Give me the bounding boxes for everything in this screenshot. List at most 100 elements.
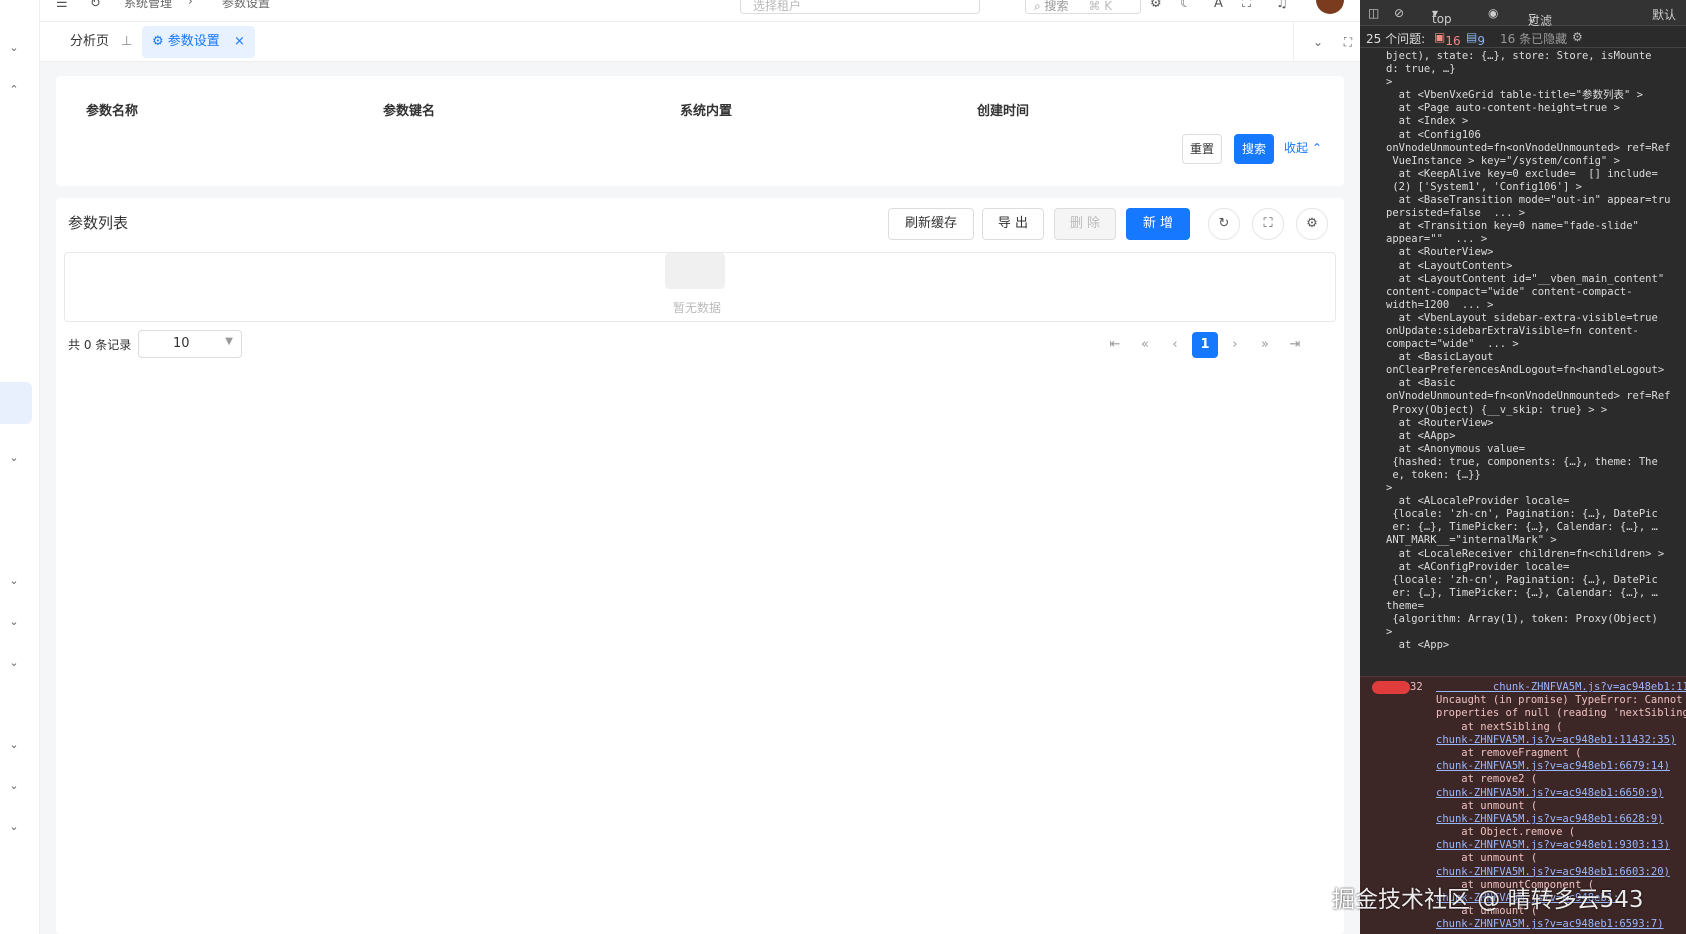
error-link[interactable]: chunk-ZHNFVA5M.js?v=ac948eb1:6650:9) [1398,787,1686,800]
log-line: VueInstance > key="/system/config" > [1386,154,1620,167]
log-line: at <Basic [1386,377,1456,390]
search-form: 参数名称 参数键名 系统内置 创建时间 重置 搜索 收起 ⌃ [56,76,1344,186]
devtools-toolbar: ◫ ⊘ top ▾ ◉ ⊽ 过滤 默认 [1360,0,1686,28]
chevron-down-icon[interactable]: ⌄ [1306,30,1330,54]
prev-page-icon[interactable]: ‹ [1162,332,1188,358]
dock-icon[interactable]: ◫ [1368,6,1379,20]
breadcrumb-item[interactable]: 系统管理 [124,0,172,11]
gear-icon: ⚙ [152,34,164,49]
chevron-down-icon[interactable]: ⌄ [6,819,22,835]
chevron-down-icon[interactable]: ⌄ [6,655,22,671]
error-line: at unmount ( [1436,852,1538,865]
reset-button[interactable]: 重置 [1182,134,1222,164]
header: ☰ ↻ 系统管理 › 参数设置 选择租户 ⌕ 搜索 ⌘ K ⚙ ☾ A ⛶ ♫ [40,0,1360,22]
context-select[interactable]: top ▾ [1432,6,1452,26]
sidebar-item-active[interactable] [0,382,32,424]
last-page-icon[interactable]: ⇥ [1282,332,1308,358]
empty-icon [665,253,725,289]
log-line: er: {…}, TimePicker: {…}, Calendar: {…},… [1386,521,1658,534]
translate-icon[interactable]: A [1214,0,1223,11]
chevron-down-icon[interactable]: ⌄ [6,737,22,753]
pin-icon[interactable]: ⊥ [121,34,132,49]
console-log: bject), state: {…}, store: Store, isMoun… [1360,50,1686,652]
fullscreen-icon[interactable]: ⛶ [1252,208,1284,240]
error-line: at nextSibling ( [1436,720,1563,733]
gear-icon[interactable]: ⚙ [1296,208,1328,240]
refresh-cache-button[interactable]: 刷新缓存 [888,208,974,240]
log-line: {algorithm: Array(1), token: Proxy(Objec… [1386,613,1658,626]
log-line: at <BasicLayout [1386,351,1494,364]
close-icon[interactable]: × [234,34,245,49]
log-line: at <Config106 [1386,128,1481,141]
error-stack: chunk-ZHNFVA5M.js?v=ac948eb1:1143 Uncaugh… [1360,681,1686,930]
log-line: at <LayoutContent id="__vben_main_conten… [1386,272,1665,285]
chevron-down-icon[interactable]: ⌄ [6,450,22,466]
log-line: at <Index > [1386,115,1469,128]
log-line: at <BaseTransition mode="out-in" appear=… [1386,194,1671,207]
bell-icon[interactable]: ♫ [1276,0,1288,11]
chevron-down-icon[interactable]: ⌄ [6,614,22,630]
main-content: 参数名称 参数键名 系统内置 创建时间 重置 搜索 收起 ⌃ 参数列表 刷新缓存… [40,62,1360,934]
search-box[interactable]: ⌕ 搜索 ⌘ K [1025,0,1141,14]
error-link[interactable]: chunk-ZHNFVA5M.js?v=ac948eb1:11432:35) [1398,734,1686,747]
log-line: (2) ['System1', 'Config106'] > [1386,180,1582,193]
fullscreen-icon[interactable]: ⛶ [1242,0,1251,11]
chevron-down-icon[interactable]: ⌄ [6,778,22,794]
reload-icon[interactable]: ↻ [1208,208,1240,240]
chevron-down-icon[interactable]: ⌄ [6,40,22,56]
breadcrumb-separator: › [188,0,193,8]
log-line: at <LayoutContent> [1386,259,1513,272]
avatar[interactable] [1316,0,1344,14]
panel-title: 参数列表 [68,214,129,232]
refresh-icon[interactable]: ↻ [90,0,101,11]
log-line: at <ALocaleProvider locale= [1386,495,1570,508]
menu-icon[interactable]: ☰ [56,0,68,11]
error-link[interactable]: chunk-ZHNFVA5M.js?v=ac948eb1:6593:7) [1398,918,1686,931]
page-size-select[interactable]: 10 ▼ [138,330,242,358]
error-link[interactable]: chunk-ZHNFVA5M.js?v=ac948eb1:6628:9) [1398,813,1686,826]
levels-select[interactable]: 默认 [1652,6,1676,23]
chevron-down-icon[interactable]: ⌄ [6,573,22,589]
gear-icon[interactable]: ⚙ [1572,30,1583,44]
next-page-icon[interactable]: › [1222,332,1248,358]
add-button[interactable]: 新 增 [1126,208,1190,240]
log-line: {locale: 'zh-cn', Pagination: {…}, DateP… [1386,573,1658,586]
log-line: compact="wide" ... > [1386,338,1519,351]
first-page-icon[interactable]: ⇤ [1102,332,1128,358]
tab-analytics[interactable]: 分析页 ⊥ [60,26,142,58]
delete-button[interactable]: 删 除 [1054,208,1116,240]
tenant-select[interactable]: 选择租户 [740,0,980,14]
moon-icon[interactable]: ☾ [1180,0,1192,11]
error-count[interactable]: ▣ 16 [1434,30,1461,48]
log-line: bject), state: {…}, store: Store, isMoun… [1386,50,1652,62]
log-line: content-compact="wide" content-compact- [1386,285,1633,298]
log-line: onUpdate:sidebarExtraVisible=fn content- [1386,324,1639,337]
warning-count[interactable]: ▤ 9 [1466,30,1485,48]
clear-icon[interactable]: ⊘ [1394,6,1404,20]
log-line: > [1386,76,1393,89]
maximize-icon[interactable]: ⛶ [1336,30,1360,54]
error-line: at removeFragment ( [1436,746,1582,759]
collapse-button[interactable]: 收起 ⌃ [1280,134,1326,164]
log-line: at <VbenVxeGrid table-title="参数列表" > [1386,89,1643,102]
chevron-up-icon[interactable]: ⌃ [6,82,22,98]
error-link[interactable]: chunk-ZHNFVA5M.js?v=ac948eb1:9303:13) [1398,839,1686,852]
error-link[interactable]: chunk-ZHNFVA5M.js?v=ac948eb1:1143 [1398,681,1686,694]
error-line: at unmount ( [1436,799,1538,812]
breadcrumb-item[interactable]: 参数设置 [222,0,270,11]
field-label: 创建时间 [977,104,1030,119]
page-number[interactable]: 1 [1192,332,1218,358]
eye-icon[interactable]: ◉ [1488,6,1498,20]
log-line: {locale: 'zh-cn', Pagination: {…}, DateP… [1386,508,1658,521]
search-button[interactable]: 搜索 [1234,134,1274,164]
export-button[interactable]: 导 出 [982,208,1044,240]
field-label: 参数名称 [86,104,139,119]
tab-config[interactable]: ⚙ 参数设置 × [142,26,255,58]
error-link[interactable]: chunk-ZHNFVA5M.js?v=ac948eb1:6603:20) [1398,866,1686,879]
error-link[interactable]: chunk-ZHNFVA5M.js?v=ac948eb1:6679:14) [1398,760,1686,773]
table-panel: 参数列表 刷新缓存 导 出 删 除 新 增 ↻ ⛶ ⚙ 暂无数据 共 0 条记录… [56,198,1344,934]
prev-jump-icon[interactable]: « [1132,332,1158,358]
error-line: Uncaught (in promise) TypeError: Cannot … [1436,694,1686,707]
settings-icon[interactable]: ⚙ [1150,0,1162,11]
next-jump-icon[interactable]: » [1252,332,1278,358]
